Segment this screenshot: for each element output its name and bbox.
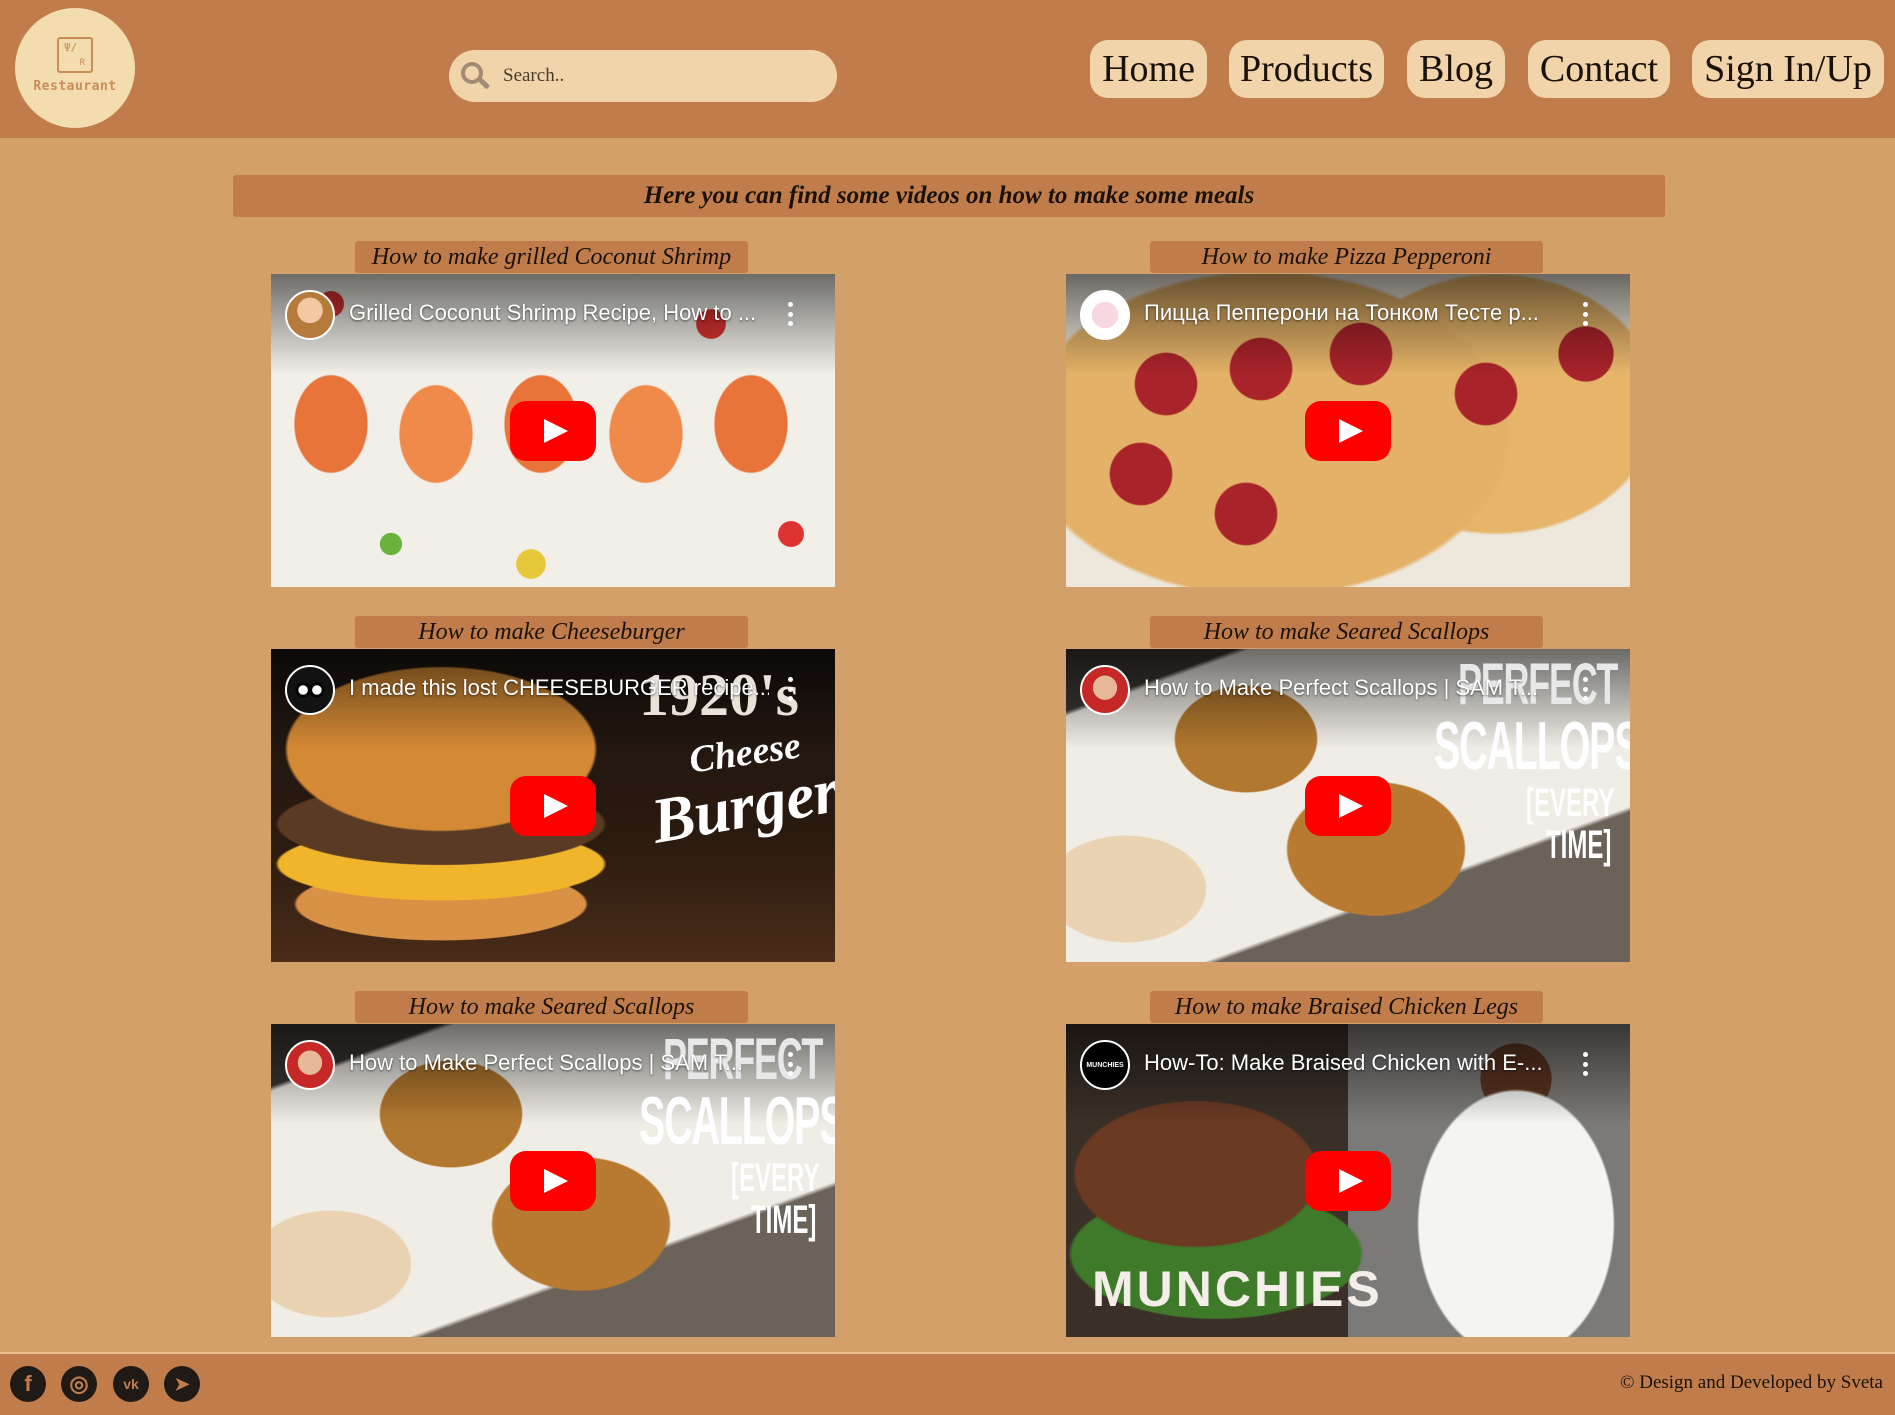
video-title[interactable]: How-To: Make Braised Chicken with E-... [1144, 1050, 1564, 1076]
search-icon[interactable] [457, 59, 491, 93]
thumbnail-overlay-text: TIME] [751, 1198, 817, 1242]
video-label-braised-chicken: How to make Braised Chicken Legs [1150, 991, 1543, 1023]
logo-mark-a: Ψ/ [64, 40, 78, 54]
video-label-cheeseburger: How to make Cheeseburger [355, 616, 748, 648]
channel-avatar-icon[interactable] [1080, 665, 1130, 715]
logo-mark-b: R [79, 57, 85, 68]
channel-avatar-icon[interactable] [1080, 290, 1130, 340]
telegram-icon[interactable]: ➤ [164, 1366, 200, 1402]
video-embed-braised-chicken[interactable]: MUNCHIES MUNCHIES How-To: Make Braised C… [1066, 1024, 1630, 1337]
more-options-icon[interactable] [787, 1052, 793, 1076]
thumbnail-overlay-text: [EVERY [1526, 781, 1615, 825]
channel-avatar-icon[interactable] [285, 665, 335, 715]
video-label-coconut-shrimp: How to make grilled Coconut Shrimp [355, 241, 748, 273]
video-title[interactable]: How to Make Perfect Scallops | SAM T... [349, 1050, 769, 1076]
more-options-icon[interactable] [1582, 302, 1588, 326]
more-options-icon[interactable] [787, 302, 793, 326]
video-embed-seared-scallops[interactable]: PERFECT SCALLOPS [EVERY TIME] How to Mak… [1066, 649, 1630, 962]
play-button-icon[interactable] [1305, 776, 1391, 836]
video-embed-cheeseburger[interactable]: 1920's Cheese Burger I made this lost CH… [271, 649, 835, 962]
copyright-text: © Design and Developed by Sveta [1620, 1372, 1883, 1393]
play-button-icon[interactable] [510, 1151, 596, 1211]
thumbnail-overlay-text: MUNCHIES [1092, 1261, 1383, 1317]
play-button-icon[interactable] [510, 776, 596, 836]
more-options-icon[interactable] [1582, 677, 1588, 701]
logo-text: Restaurant [33, 78, 117, 94]
logo-mark-icon: Ψ/ R [57, 36, 93, 73]
nav-products-button[interactable]: Products [1229, 40, 1384, 98]
channel-avatar-icon[interactable]: MUNCHIES [1080, 1040, 1130, 1090]
thumbnail-overlay-text: TIME] [1546, 823, 1612, 867]
more-options-icon[interactable] [1582, 1052, 1588, 1076]
channel-avatar-icon[interactable] [285, 1040, 335, 1090]
instagram-icon[interactable]: ◎ [61, 1366, 97, 1402]
nav-signin-button[interactable]: Sign In/Up [1692, 40, 1884, 98]
video-label-seared-scallops-2: How to make Seared Scallops [355, 991, 748, 1023]
nav-home-button[interactable]: Home [1090, 40, 1207, 98]
thumbnail-overlay-text: SCALLOPS [639, 1083, 835, 1159]
channel-avatar-text: MUNCHIES [1086, 1061, 1124, 1069]
video-label-seared-scallops: How to make Seared Scallops [1150, 616, 1543, 648]
nav-blog-button[interactable]: Blog [1407, 40, 1505, 98]
video-title[interactable]: Пицца Пепперони на Тонком Тесте р... [1144, 300, 1564, 326]
play-button-icon[interactable] [510, 401, 596, 461]
more-options-icon[interactable] [787, 677, 793, 701]
video-embed-pizza-pepperoni[interactable]: Пицца Пепперони на Тонком Тесте р... [1066, 274, 1630, 587]
page-heading: Here you can find some videos on how to … [233, 175, 1665, 217]
vk-icon[interactable]: vk [113, 1366, 149, 1402]
video-embed-coconut-shrimp[interactable]: Grilled Coconut Shrimp Recipe, How to ..… [271, 274, 835, 587]
thumbnail-overlay-text: [EVERY [731, 1156, 820, 1200]
search-bar [449, 50, 837, 102]
site-footer [0, 1354, 1895, 1415]
search-input[interactable] [503, 65, 803, 87]
video-title[interactable]: How to Make Perfect Scallops | SAM T... [1144, 675, 1564, 701]
channel-avatar-icon[interactable] [285, 290, 335, 340]
video-label-pizza-pepperoni: How to make Pizza Pepperoni [1150, 241, 1543, 273]
video-embed-seared-scallops-2[interactable]: PERFECT SCALLOPS [EVERY TIME] How to Mak… [271, 1024, 835, 1337]
restaurant-logo[interactable]: Ψ/ R Restaurant [15, 8, 135, 128]
thumbnail-overlay-text: Burger [646, 754, 835, 857]
thumbnail-overlay-text: SCALLOPS [1434, 708, 1630, 784]
nav-contact-button[interactable]: Contact [1528, 40, 1670, 98]
video-title[interactable]: I made this lost CHEESEBURGER recipe... [349, 675, 769, 701]
play-button-icon[interactable] [1305, 401, 1391, 461]
facebook-icon[interactable]: f [10, 1366, 46, 1402]
video-title[interactable]: Grilled Coconut Shrimp Recipe, How to ..… [349, 300, 769, 326]
play-button-icon[interactable] [1305, 1151, 1391, 1211]
